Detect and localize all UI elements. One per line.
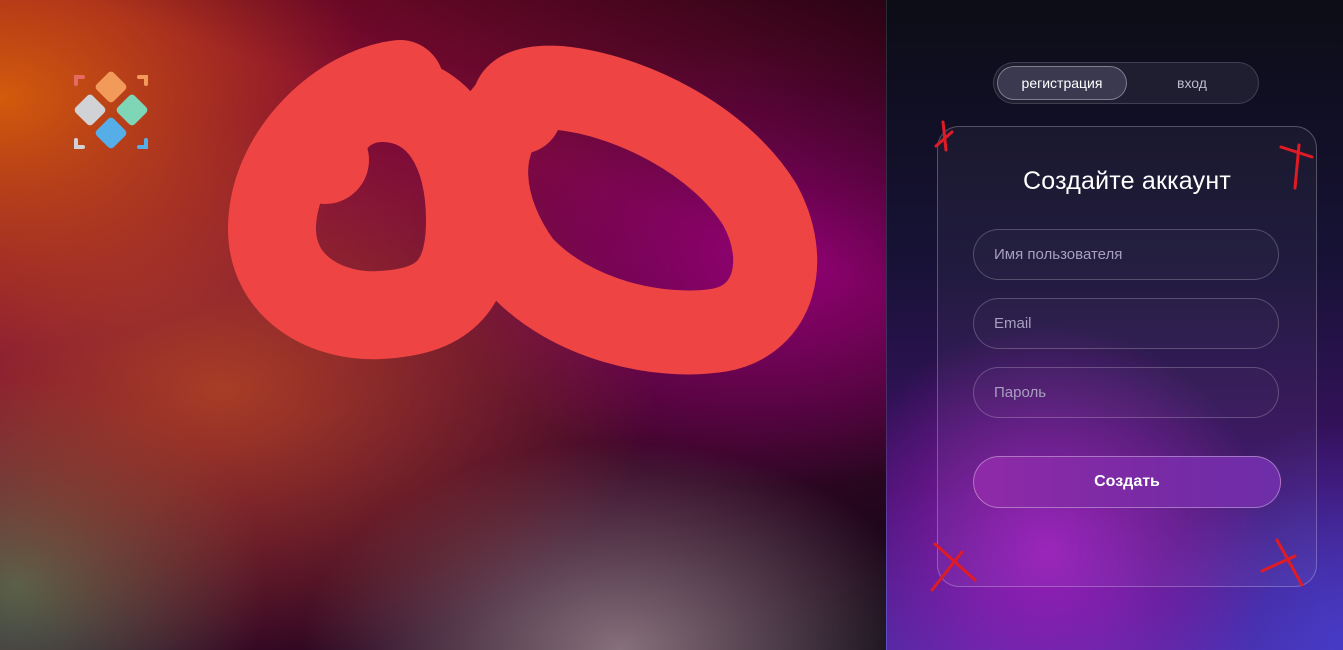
- signup-card: Создайте аккаунт Создать: [937, 126, 1317, 587]
- create-account-button[interactable]: Создать: [973, 456, 1281, 508]
- auth-tabs: регистрация вход: [993, 62, 1259, 104]
- tab-registration[interactable]: регистрация: [997, 66, 1127, 100]
- username-field[interactable]: [973, 229, 1279, 280]
- signup-page: регистрация вход Создайте аккаунт Создат…: [0, 0, 1343, 650]
- tab-login[interactable]: вход: [1127, 66, 1257, 100]
- form-title: Создайте аккаунт: [1023, 167, 1231, 195]
- email-field[interactable]: [973, 298, 1279, 349]
- logo-icon: [74, 71, 148, 149]
- password-field[interactable]: [973, 367, 1279, 418]
